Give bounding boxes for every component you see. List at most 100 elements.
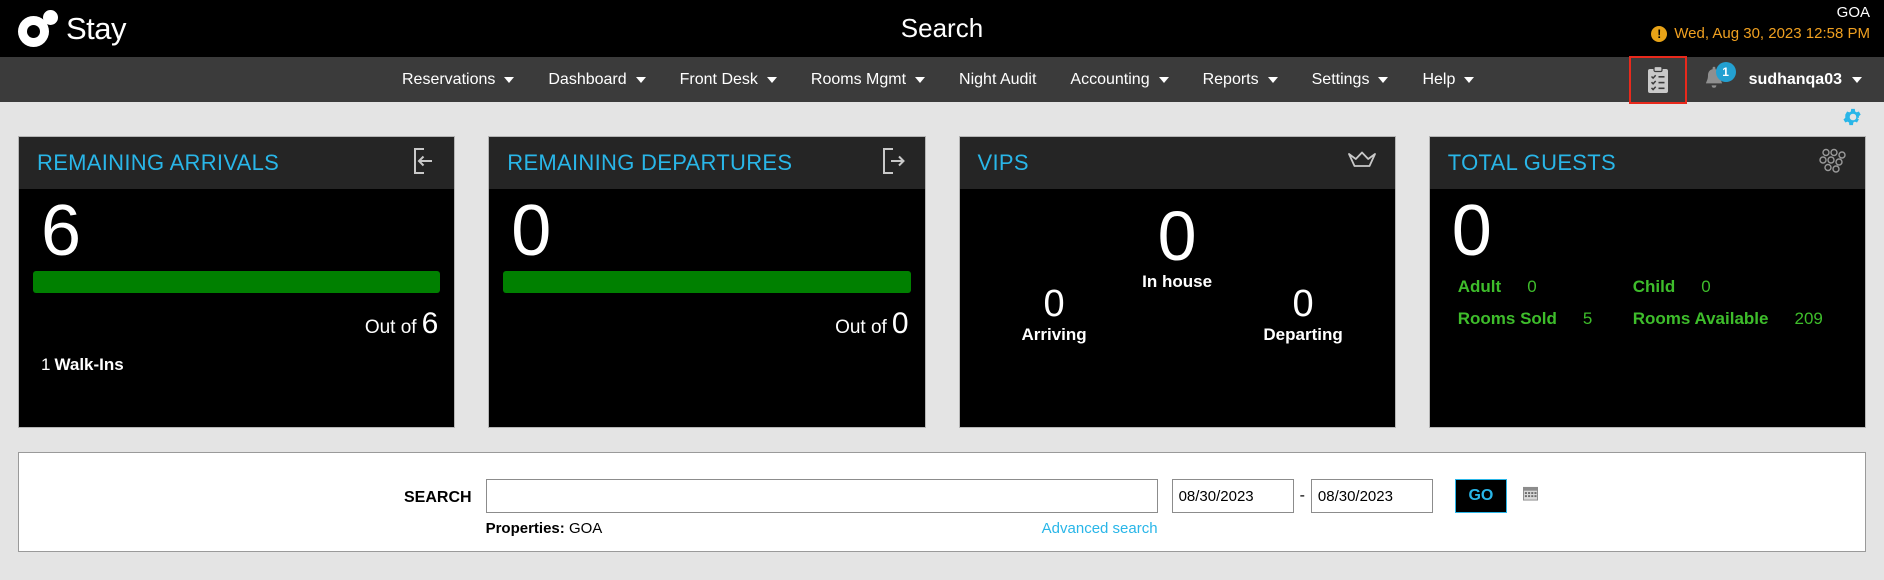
search-field-group: Properties: GOA Advanced search xyxy=(485,479,1158,537)
chevron-down-icon xyxy=(915,76,926,83)
nav-item-reports[interactable]: Reports xyxy=(1186,57,1295,102)
out-of-value: 0 xyxy=(891,307,909,341)
card-body: 0 Out of 0 xyxy=(489,189,924,427)
guests-breakdown-row: Adult 0 Child 0 xyxy=(1458,277,1853,297)
header-property-info: GOA ! Wed, Aug 30, 2023 12:58 PM xyxy=(1651,4,1870,44)
search-meta-row: Properties: GOA Advanced search xyxy=(486,520,1158,537)
card-title: VIPS xyxy=(977,150,1029,175)
card-body: 0 In house 0 Arriving 0 Departing xyxy=(960,189,1395,427)
nav-item-front-desk[interactable]: Front Desk xyxy=(663,57,794,102)
nav-item-accounting[interactable]: Accounting xyxy=(1053,57,1185,102)
vip-departing: 0 Departing xyxy=(1263,285,1342,345)
nav-label: Settings xyxy=(1311,70,1370,88)
nav-item-settings[interactable]: Settings xyxy=(1295,57,1406,102)
date-from-field[interactable] xyxy=(1171,479,1399,513)
guests-group-icon xyxy=(1817,148,1847,179)
nav-label: Dashboard xyxy=(548,70,627,88)
notification-count-badge: 1 xyxy=(1715,62,1736,82)
card-body: 0 Adult 0 Child 0 Rooms Sold 5 Rooms Ava… xyxy=(1430,189,1865,427)
departures-progress xyxy=(501,271,912,294)
card-total-guests[interactable]: TOTAL GUESTS 0 Adult 0 Child 0 Rooms Sol… xyxy=(1428,136,1866,428)
nav-label: Rooms Mgmt xyxy=(810,70,907,88)
out-of-label: Out of xyxy=(835,317,887,339)
date-range-controls: - GO xyxy=(1171,479,1538,513)
vip-in-house: 0 In house xyxy=(1142,197,1213,292)
nav-label: Accounting xyxy=(1070,70,1150,88)
departure-door-out-icon xyxy=(881,147,907,180)
chevron-down-icon xyxy=(766,76,777,83)
e-stay-logo-icon xyxy=(18,9,64,49)
nav-right-actions: 1 sudhanqa03 xyxy=(1628,55,1874,104)
vip-in-house-value: 0 xyxy=(1157,197,1197,275)
go-button[interactable]: GO xyxy=(1454,479,1507,513)
vip-departing-label: Departing xyxy=(1263,325,1343,344)
rooms-sold-value: 5 xyxy=(1582,309,1593,329)
nav-label: Night Audit xyxy=(959,70,1037,88)
business-date: Wed, Aug 30, 2023 12:58 PM xyxy=(1674,24,1870,42)
property-code: GOA xyxy=(1836,4,1870,21)
vip-arriving-value: 0 xyxy=(1043,283,1065,325)
brand-logo[interactable]: Stay xyxy=(0,0,127,57)
card-header: VIPS xyxy=(959,137,1395,189)
card-header: REMAINING DEPARTURES xyxy=(489,137,925,189)
card-remaining-arrivals[interactable]: REMAINING ARRIVALS 6 Out of 6 1 Walk-Ins xyxy=(18,136,456,428)
adult-label: Adult xyxy=(1457,277,1502,297)
rooms-breakdown-row: Rooms Sold 5 Rooms Available 209 xyxy=(1458,309,1853,329)
main-navigation-bar: Reservations Dashboard Front Desk Rooms … xyxy=(0,55,1884,104)
card-title: TOTAL GUESTS xyxy=(1447,150,1616,175)
card-header: TOTAL GUESTS xyxy=(1429,137,1865,189)
page-title: Search xyxy=(900,13,984,43)
user-menu[interactable]: sudhanqa03 xyxy=(1741,71,1874,89)
child-value: 0 xyxy=(1701,277,1711,297)
total-guests-value: 0 xyxy=(1451,191,1492,271)
dashboard-settings-row xyxy=(0,102,1884,136)
departures-value: 0 xyxy=(511,191,552,271)
properties-info: Properties: GOA xyxy=(486,520,603,537)
arrivals-value: 6 xyxy=(41,191,82,271)
card-remaining-departures[interactable]: REMAINING DEPARTURES 0 Out of 0 xyxy=(488,136,926,428)
progress-bar-fill xyxy=(33,271,441,294)
card-vips[interactable]: VIPS 0 In house 0 Arriving 0 Departing xyxy=(958,136,1396,428)
properties-value: GOA xyxy=(568,520,603,537)
arrivals-out-of: Out of 6 xyxy=(31,307,442,341)
date-to-field[interactable] xyxy=(1310,479,1538,513)
nav-item-dashboard[interactable]: Dashboard xyxy=(531,57,662,102)
advanced-search-link[interactable]: Advanced search xyxy=(1042,520,1158,537)
card-body: 6 Out of 6 1 Walk-Ins xyxy=(19,189,454,427)
nav-label: Help xyxy=(1422,70,1456,88)
search-controls: SEARCH Properties: GOA Advanced search 0… xyxy=(404,479,1538,537)
chevron-down-icon xyxy=(1852,76,1862,83)
adult-value: 0 xyxy=(1527,277,1537,297)
clipboard-tasks-icon[interactable] xyxy=(1628,55,1687,104)
calendar-icon[interactable] xyxy=(1522,486,1538,506)
nav-label: Front Desk xyxy=(679,70,758,88)
vip-in-house-label: In house xyxy=(1142,271,1213,291)
nav-item-help[interactable]: Help xyxy=(1405,57,1491,102)
vip-departing-value: 0 xyxy=(1292,283,1314,325)
crown-icon xyxy=(1347,150,1377,177)
walkins-label: Walk-Ins xyxy=(54,355,124,375)
nav-item-rooms-mgmt[interactable]: Rooms Mgmt xyxy=(794,57,942,102)
rooms-sold-label: Rooms Sold xyxy=(1457,309,1557,329)
nav-item-reservations[interactable]: Reservations xyxy=(385,57,531,102)
out-of-value: 6 xyxy=(421,307,439,341)
top-header-bar: Stay Search GOA ! Wed, Aug 30, 2023 12:5… xyxy=(0,0,1884,57)
nav-item-list: Reservations Dashboard Front Desk Rooms … xyxy=(385,57,1491,102)
chevron-down-icon xyxy=(635,76,646,83)
bell-icon[interactable]: 1 xyxy=(1691,57,1737,102)
chevron-down-icon xyxy=(1158,76,1169,83)
arrival-door-in-icon xyxy=(410,147,436,180)
gear-icon[interactable] xyxy=(1842,106,1864,133)
progress-bar-fill xyxy=(503,271,911,294)
alert-exclamation-icon: ! xyxy=(1651,26,1668,43)
nav-item-night-audit[interactable]: Night Audit xyxy=(942,57,1053,102)
search-input[interactable] xyxy=(485,479,1158,513)
child-label: Child xyxy=(1632,277,1676,297)
departures-out-of: Out of 0 xyxy=(501,307,912,341)
walkins-count: 1 xyxy=(41,355,51,375)
total-guests-stats: Adult 0 Child 0 Rooms Sold 5 Rooms Avail… xyxy=(1442,277,1853,329)
chevron-down-icon xyxy=(1378,76,1389,83)
out-of-label: Out of xyxy=(364,317,417,339)
nav-label: Reports xyxy=(1202,70,1259,88)
nav-label: Reservations xyxy=(402,70,496,88)
